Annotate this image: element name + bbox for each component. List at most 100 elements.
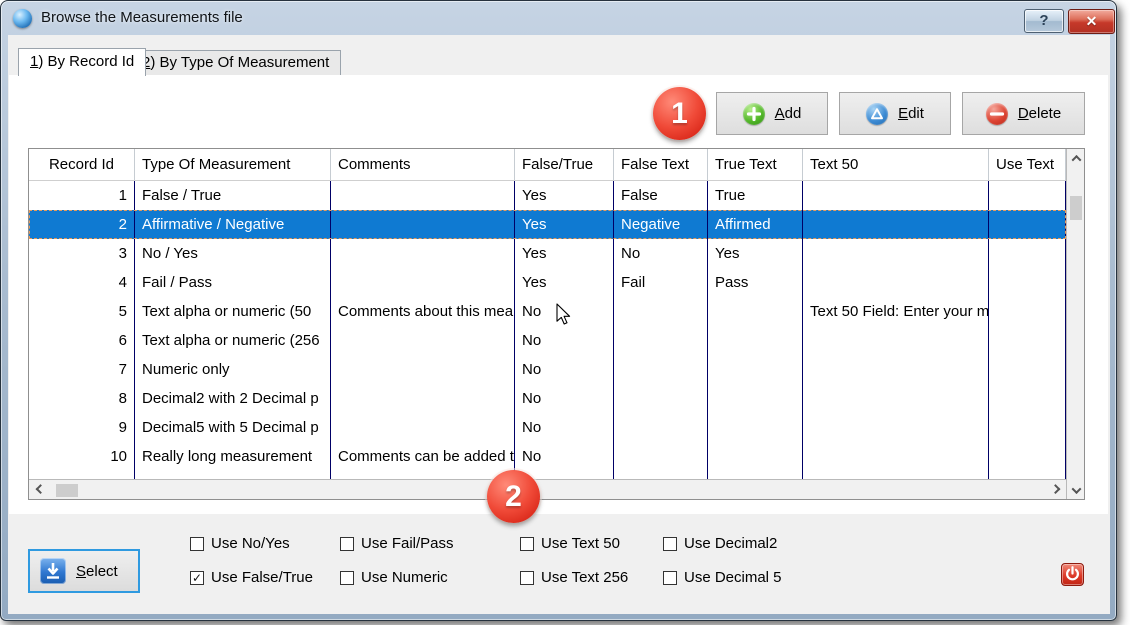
add-button-label: Add <box>775 105 802 122</box>
cell-use-text <box>989 210 1066 239</box>
cell-false-true: No <box>515 384 614 413</box>
cell-false-true: No <box>515 355 614 384</box>
cell-use-text <box>989 413 1066 442</box>
edit-button[interactable]: Edit <box>839 92 951 135</box>
cell-true-text <box>708 297 803 326</box>
filler-cell <box>331 471 515 479</box>
cell-record-id: 10 <box>29 442 135 471</box>
horizontal-scrollbar[interactable] <box>29 479 1066 499</box>
step-1-badge: 1 <box>653 87 706 140</box>
cell-text-50 <box>803 384 989 413</box>
cell-comments <box>331 384 515 413</box>
cell-comments <box>331 210 515 239</box>
col-header-true-text[interactable]: True Text <box>708 149 803 180</box>
cell-false-text <box>614 297 708 326</box>
checkbox-use-decimal2[interactable]: Use Decimal2 <box>663 535 777 552</box>
window-title: Browse the Measurements file <box>41 9 243 26</box>
checkbox-use-no-yes[interactable]: Use No/Yes <box>190 535 290 552</box>
cell-use-text <box>989 326 1066 355</box>
scroll-up-button[interactable] <box>1067 149 1085 167</box>
filler-cell <box>989 471 1066 479</box>
table-row[interactable]: 9Decimal5 with 5 Decimal pNo <box>29 413 1066 442</box>
cell-true-text: Pass <box>708 268 803 297</box>
cell-type-of-measurement: False / True <box>135 181 331 210</box>
tab-by-record-id[interactable]: 1) By Record Id <box>18 48 146 76</box>
checkbox-use-false-true[interactable]: ✓Use False/True <box>190 569 313 586</box>
col-header-record-id[interactable]: Record Id <box>29 149 135 180</box>
checkbox-use-decimal-5[interactable]: Use Decimal 5 <box>663 569 782 586</box>
col-header-text-50[interactable]: Text 50 <box>803 149 989 180</box>
unchecked-checkbox-icon <box>340 571 354 585</box>
table-row[interactable]: 8Decimal2 with 2 Decimal pNo <box>29 384 1066 413</box>
chevron-down-icon <box>1071 484 1081 494</box>
cell-comments <box>331 268 515 297</box>
help-button[interactable]: ? <box>1024 9 1064 33</box>
cell-comments <box>331 355 515 384</box>
cell-true-text <box>708 413 803 442</box>
col-header-use-text[interactable]: Use Text <box>989 149 1066 180</box>
cell-type-of-measurement: Fail / Pass <box>135 268 331 297</box>
scroll-right-button[interactable] <box>1046 481 1064 499</box>
minus-circle-icon <box>986 103 1008 125</box>
checkbox-label: Use Text 50 <box>541 535 620 552</box>
scroll-left-button[interactable] <box>31 481 49 499</box>
power-close-button[interactable] <box>1061 563 1084 586</box>
cell-false-true: No <box>515 413 614 442</box>
table-row[interactable]: 4Fail / PassYesFailPass <box>29 268 1066 297</box>
tab-by-type-of-measurement[interactable]: 2) By Type Of Measurement <box>130 50 341 76</box>
checkbox-use-text-256[interactable]: Use Text 256 <box>520 569 628 586</box>
cell-true-text <box>708 442 803 471</box>
table-row[interactable]: 5Text alpha or numeric (50Comments about… <box>29 297 1066 326</box>
cell-record-id: 2 <box>29 210 135 239</box>
table-row[interactable]: 6Text alpha or numeric (256No <box>29 326 1066 355</box>
col-header-comments[interactable]: Comments <box>331 149 515 180</box>
cell-comments: Comments about this mea <box>331 297 515 326</box>
col-header-false-true[interactable]: False/True <box>515 149 614 180</box>
table-row[interactable]: 1False / TrueYesFalseTrue <box>29 181 1066 210</box>
cell-type-of-measurement: Text alpha or numeric (256 <box>135 326 331 355</box>
select-button[interactable]: Select <box>28 549 140 593</box>
cell-false-text <box>614 413 708 442</box>
checkbox-use-text-50[interactable]: Use Text 50 <box>520 535 620 552</box>
checkbox-label: Use Text 256 <box>541 569 628 586</box>
col-header-false-text[interactable]: False Text <box>614 149 708 180</box>
triangle-circle-icon <box>866 103 888 125</box>
checkbox-use-numeric[interactable]: Use Numeric <box>340 569 448 586</box>
title-bar[interactable]: Browse the Measurements file ? ✕ <box>1 1 1116 35</box>
vertical-scroll-thumb[interactable] <box>1070 196 1082 220</box>
scroll-down-button[interactable] <box>1067 481 1085 499</box>
delete-button[interactable]: Delete <box>962 92 1085 135</box>
cell-record-id: 8 <box>29 384 135 413</box>
table-row[interactable]: 3No / YesYesNoYes <box>29 239 1066 268</box>
filler-cell <box>135 471 331 479</box>
table-row[interactable]: 2Affirmative / NegativeYesNegativeAffirm… <box>29 210 1066 239</box>
cell-text-50 <box>803 268 989 297</box>
step-2-badge: 2 <box>487 470 540 523</box>
cell-text-50 <box>803 210 989 239</box>
vertical-scrollbar[interactable] <box>1066 149 1084 499</box>
cell-false-text: False <box>614 181 708 210</box>
cell-record-id: 3 <box>29 239 135 268</box>
table-row[interactable]: 10Really long measurementComments can be… <box>29 442 1066 471</box>
add-button[interactable]: Add <box>716 92 828 135</box>
filler-cell <box>614 471 708 479</box>
horizontal-scroll-thumb[interactable] <box>56 484 78 497</box>
close-button[interactable]: ✕ <box>1068 9 1115 34</box>
cell-false-text <box>614 355 708 384</box>
checked-checkbox-icon: ✓ <box>190 571 204 585</box>
cell-type-of-measurement: Numeric only <box>135 355 331 384</box>
cell-record-id: 9 <box>29 413 135 442</box>
cell-false-true: Yes <box>515 181 614 210</box>
cell-comments <box>331 181 515 210</box>
checkbox-use-fail-pass[interactable]: Use Fail/Pass <box>340 535 454 552</box>
cell-false-true: Yes <box>515 239 614 268</box>
screenshot-stage: Browse the Measurements file ? ✕ 1) By R… <box>0 0 1130 625</box>
table-row[interactable]: 7Numeric onlyNo <box>29 355 1066 384</box>
cell-text-50 <box>803 442 989 471</box>
col-header-type-of-measurement[interactable]: Type Of Measurement <box>135 149 331 180</box>
cell-text-50 <box>803 326 989 355</box>
unchecked-checkbox-icon <box>340 537 354 551</box>
cell-comments: Comments can be added t <box>331 442 515 471</box>
chevron-right-icon <box>1050 484 1060 494</box>
download-arrow-icon <box>40 558 66 584</box>
